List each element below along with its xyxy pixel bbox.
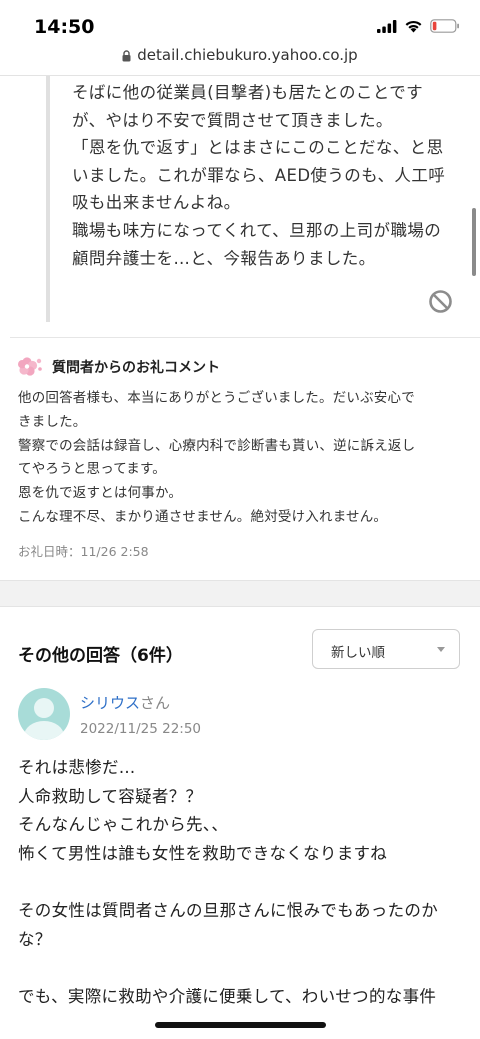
status-time: 14:50 — [34, 16, 95, 38]
status-icons — [377, 19, 460, 33]
url-text: detail.chiebukuro.yahoo.co.jp — [137, 46, 358, 64]
thanks-header: 質問者からのお礼コメント — [18, 356, 220, 378]
caret-down-icon — [437, 647, 445, 652]
signal-icon — [377, 19, 397, 33]
scrollbar[interactable] — [472, 208, 476, 276]
home-indicator[interactable] — [155, 1022, 326, 1028]
quote-bar — [46, 76, 50, 322]
sort-select[interactable]: 新しい順 — [312, 629, 460, 669]
address-bar[interactable]: detail.chiebukuro.yahoo.co.jp — [0, 46, 480, 74]
avatar-head — [34, 698, 54, 718]
thanks-title: 質問者からのお礼コメント — [52, 360, 220, 376]
thanks-date: お礼日時：11/26 2:58 — [18, 544, 149, 559]
avatar-shoulders — [24, 721, 64, 740]
quoted-answer-text: そばに他の従業員(目撃者)も居たとのことです が、やはり不安で質問させて頂きまし… — [72, 83, 446, 268]
thanks-divider — [10, 337, 480, 338]
other-answers-title: その他の回答（6件） — [18, 646, 183, 666]
battery-icon — [430, 19, 459, 33]
lock-icon — [122, 50, 131, 62]
ban-icon[interactable] — [428, 289, 453, 314]
sort-selected-label: 新しい順 — [331, 645, 385, 661]
answer-user: シリウスさん — [80, 692, 170, 713]
answer-text: それは悲惨だ… 人命救助して容疑者？？ そんなんじゃこれから先、、 怖くて男性は… — [18, 754, 468, 1011]
user-suffix: さん — [140, 694, 171, 712]
answer-date: 2022/11/25 22:50 — [80, 721, 202, 737]
flower-icon — [18, 357, 42, 376]
section-separator — [0, 580, 480, 607]
thanks-comment-text: 他の回答者様も、本当にありがとうございました。だいぶ安心で きました。 警察での… — [18, 390, 416, 525]
status-bar: 14:50 — [0, 0, 480, 44]
wifi-icon — [405, 20, 422, 33]
header-divider — [0, 75, 480, 76]
avatar[interactable] — [18, 688, 70, 740]
user-name-link[interactable]: シリウス — [80, 694, 140, 712]
